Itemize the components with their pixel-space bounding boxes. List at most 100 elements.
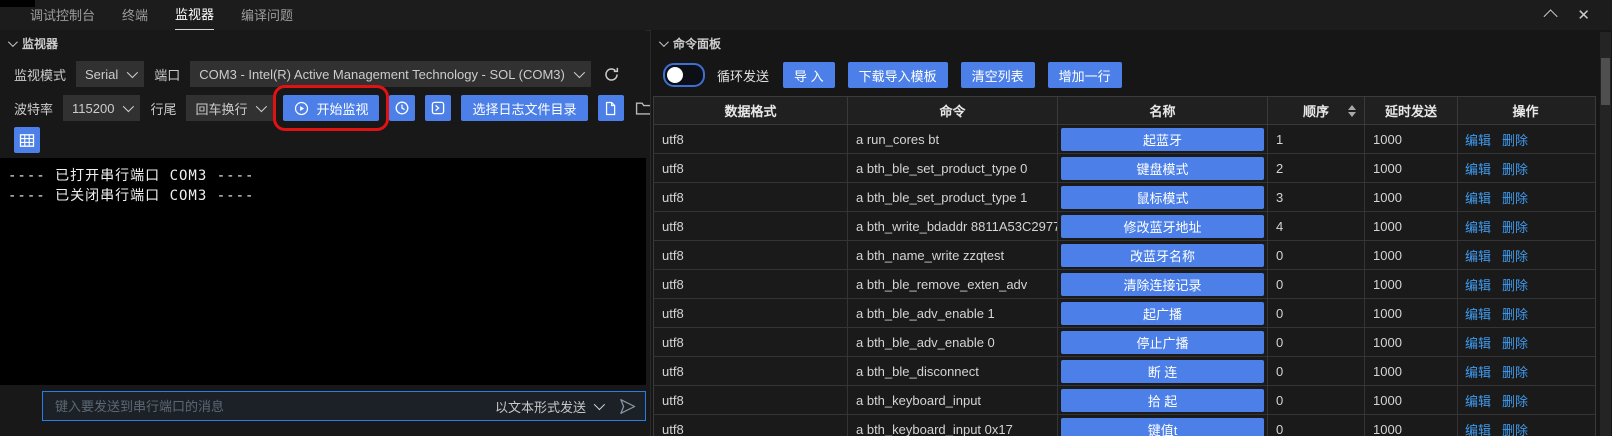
cell-operations: 编辑删除	[1458, 183, 1593, 211]
cell-order: 1	[1268, 125, 1365, 153]
cell-operations: 编辑删除	[1458, 212, 1593, 240]
edit-link[interactable]: 编辑	[1465, 362, 1491, 381]
delete-link[interactable]: 删除	[1502, 130, 1528, 149]
tab-0[interactable]: 调试控制台	[30, 1, 95, 30]
tab-2[interactable]: 监视器	[175, 0, 214, 30]
edit-link[interactable]: 编辑	[1465, 246, 1491, 265]
baud-value: 115200	[72, 101, 114, 116]
command-name-button[interactable]: 起广播	[1061, 302, 1264, 325]
cell-order: 0	[1268, 241, 1365, 269]
edit-link[interactable]: 编辑	[1465, 217, 1491, 236]
cell-operations: 编辑删除	[1458, 241, 1593, 269]
command-name-button[interactable]: 清除连接记录	[1061, 273, 1264, 296]
chevron-down-icon	[127, 67, 138, 78]
panel-tab-bar: 调试控制台终端监视器编译问题 ✕	[0, 0, 1612, 31]
refresh-icon[interactable]	[601, 63, 623, 85]
send-mode-select[interactable]: 以文本形式发送	[495, 397, 602, 416]
baud-select[interactable]: 115200	[63, 95, 140, 121]
delete-link[interactable]: 删除	[1502, 188, 1528, 207]
console-button[interactable]	[425, 95, 451, 121]
toolbar-button-3[interactable]: 增加一行	[1048, 62, 1122, 88]
cell-name: 键盘模式	[1058, 154, 1268, 182]
edit-link[interactable]: 编辑	[1465, 420, 1491, 436]
delete-link[interactable]: 删除	[1502, 304, 1528, 323]
file-icon	[603, 101, 618, 116]
scrollbar-thumb[interactable]	[1601, 58, 1610, 105]
command-grid-button[interactable]	[14, 127, 40, 153]
command-section-header[interactable]: 命令面板	[659, 35, 721, 52]
cell-operations: 编辑删除	[1458, 154, 1593, 182]
vertical-scrollbar[interactable]	[1600, 32, 1611, 436]
cell-delay: 1000	[1365, 154, 1458, 182]
monitor-section-header[interactable]: 监视器	[8, 35, 58, 52]
toolbar-button-2[interactable]: 清空列表	[961, 62, 1035, 88]
send-icon[interactable]	[618, 397, 637, 416]
loop-send-toggle[interactable]	[663, 63, 705, 87]
command-name-button[interactable]: 键盘模式	[1061, 157, 1264, 180]
delete-link[interactable]: 删除	[1502, 159, 1528, 178]
command-name-button[interactable]: 修改蓝牙地址	[1061, 215, 1264, 238]
delete-link[interactable]: 删除	[1502, 420, 1528, 436]
edit-link[interactable]: 编辑	[1465, 275, 1491, 294]
edit-link[interactable]: 编辑	[1465, 304, 1491, 323]
delete-link[interactable]: 删除	[1502, 362, 1528, 381]
edit-link[interactable]: 编辑	[1465, 391, 1491, 410]
clock-icon	[394, 100, 410, 116]
tab-3[interactable]: 编译问题	[241, 1, 293, 30]
delete-link[interactable]: 删除	[1502, 391, 1528, 410]
start-monitor-button[interactable]: 开始监视	[283, 95, 379, 121]
table-row: utf8a bth_ble_set_product_type 0键盘模式2100…	[654, 154, 1595, 183]
tab-1[interactable]: 终端	[122, 1, 148, 30]
select-log-dir-button[interactable]: 选择日志文件目录	[461, 95, 587, 121]
monitor-settings-row-1: 监视模式 Serial 端口 COM3 - Intel(R) Active Ma…	[14, 61, 623, 87]
edit-link[interactable]: 编辑	[1465, 188, 1491, 207]
monitor-settings-row-3	[14, 127, 40, 153]
port-value: COM3 - Intel(R) Active Management Techno…	[199, 67, 565, 82]
cell-command: a bth_ble_adv_enable 0	[848, 328, 1058, 356]
cell-operations: 编辑删除	[1458, 357, 1593, 385]
command-name-button[interactable]: 起蓝牙	[1061, 128, 1264, 151]
terminal-line: ---- 已打开串行端口 COM3 ----	[8, 166, 646, 186]
cell-command: a run_cores bt	[848, 125, 1058, 153]
toolbar-button-1[interactable]: 下载导入模板	[848, 62, 948, 88]
cell-format: utf8	[654, 415, 848, 436]
timestamp-button[interactable]	[389, 95, 415, 121]
delete-link[interactable]: 删除	[1502, 217, 1528, 236]
cell-order: 0	[1268, 357, 1365, 385]
cell-delay: 1000	[1365, 270, 1458, 298]
cell-format: utf8	[654, 299, 848, 327]
chevron-up-icon[interactable]	[1544, 9, 1558, 23]
command-name-button[interactable]: 断 连	[1061, 360, 1264, 383]
close-icon[interactable]: ✕	[1577, 8, 1590, 23]
cell-command: a bth_ble_set_product_type 0	[848, 154, 1058, 182]
eol-select[interactable]: 回车换行	[186, 95, 273, 121]
command-name-button[interactable]: 停止广播	[1061, 331, 1264, 354]
cell-command: a bth_name_write zzqtest	[848, 241, 1058, 269]
delete-link[interactable]: 删除	[1502, 246, 1528, 265]
log-file-button[interactable]	[598, 95, 624, 121]
command-table: 数据格式命令名称顺序延时发送操作 utf8a run_cores bt起蓝牙11…	[653, 96, 1596, 436]
cell-command: a bth_ble_remove_exten_adv	[848, 270, 1058, 298]
mode-select[interactable]: Serial	[76, 61, 144, 87]
column-header-2: 名称	[1058, 97, 1268, 124]
edit-link[interactable]: 编辑	[1465, 333, 1491, 352]
command-name-button[interactable]: 鼠标模式	[1061, 186, 1264, 209]
table-body: utf8a run_cores bt起蓝牙11000编辑删除utf8a bth_…	[654, 125, 1595, 436]
cell-order: 0	[1268, 328, 1365, 356]
cell-delay: 1000	[1365, 386, 1458, 414]
message-input[interactable]	[53, 398, 485, 415]
toolbar-button-0[interactable]: 导 入	[783, 62, 835, 88]
table-row: utf8a bth_write_bdaddr 8811A53C2977修改蓝牙地…	[654, 212, 1595, 241]
cell-name: 修改蓝牙地址	[1058, 212, 1268, 240]
edit-link[interactable]: 编辑	[1465, 130, 1491, 149]
command-name-button[interactable]: 键值t	[1061, 418, 1264, 436]
sort-icon[interactable]	[1348, 105, 1356, 117]
delete-link[interactable]: 删除	[1502, 333, 1528, 352]
edit-link[interactable]: 编辑	[1465, 159, 1491, 178]
terminal-output[interactable]: ---- 已打开串行端口 COM3 -------- 已关闭串行端口 COM3 …	[0, 158, 646, 385]
delete-link[interactable]: 删除	[1502, 275, 1528, 294]
port-select[interactable]: COM3 - Intel(R) Active Management Techno…	[190, 61, 591, 87]
command-name-button[interactable]: 拾 起	[1061, 389, 1264, 412]
cell-order: 2	[1268, 154, 1365, 182]
command-name-button[interactable]: 改蓝牙名称	[1061, 244, 1264, 267]
